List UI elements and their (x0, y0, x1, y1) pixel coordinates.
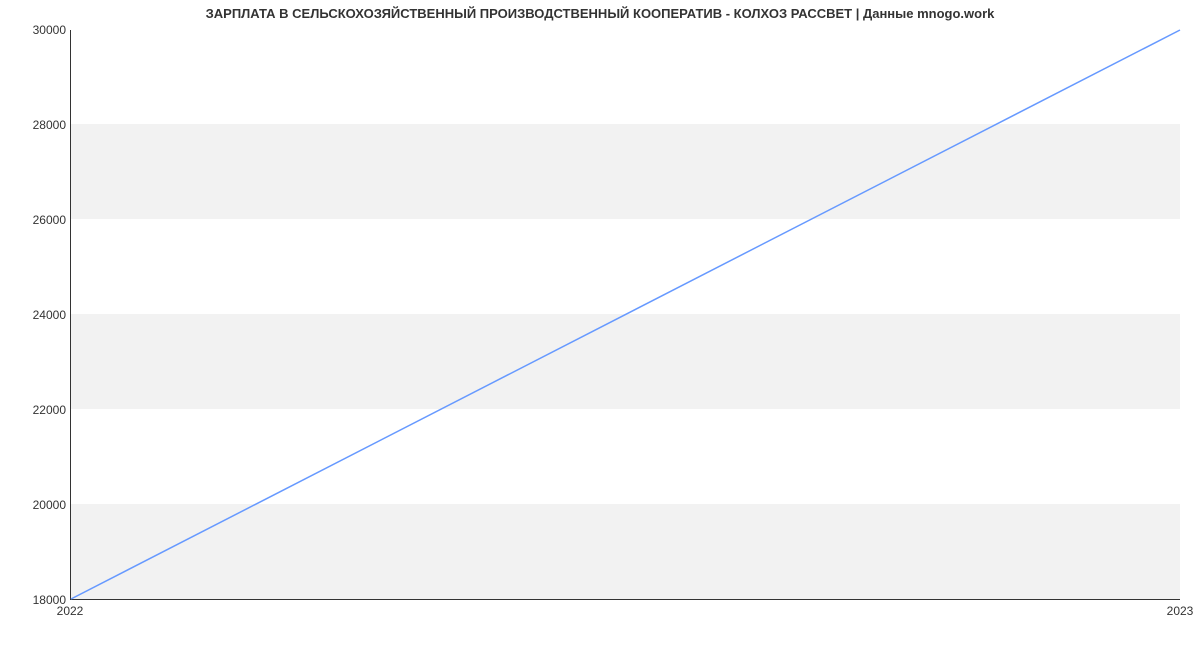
y-tick-24000: 24000 (6, 308, 66, 322)
y-tick-26000: 26000 (6, 213, 66, 227)
y-tick-28000: 28000 (6, 118, 66, 132)
y-tick-22000: 22000 (6, 403, 66, 417)
plot-area (70, 30, 1180, 600)
line-series (71, 30, 1180, 599)
chart-container: ЗАРПЛАТА В СЕЛЬСКОХОЗЯЙСТВЕННЫЙ ПРОИЗВОД… (0, 0, 1200, 650)
chart-title: ЗАРПЛАТА В СЕЛЬСКОХОЗЯЙСТВЕННЫЙ ПРОИЗВОД… (0, 6, 1200, 21)
x-tick-2022: 2022 (57, 604, 84, 618)
y-tick-30000: 30000 (6, 23, 66, 37)
y-tick-20000: 20000 (6, 498, 66, 512)
x-tick-2023: 2023 (1167, 604, 1194, 618)
